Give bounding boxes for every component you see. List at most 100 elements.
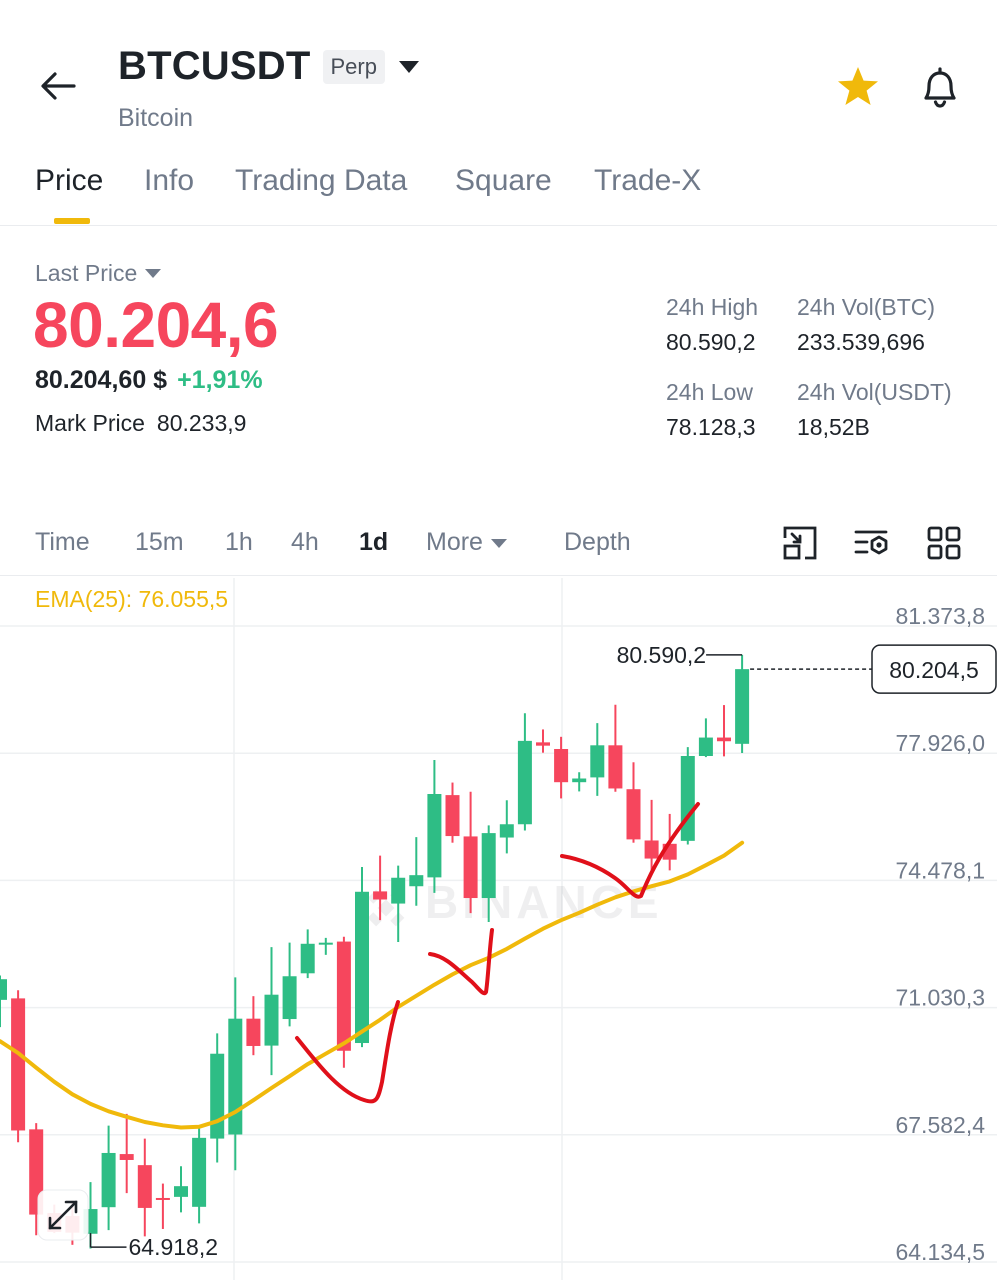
interval-time[interactable]: Time <box>35 528 90 557</box>
layout-button[interactable] <box>925 524 963 562</box>
y-axis-tick-label: 81.373,8 <box>895 603 985 629</box>
candle-down <box>463 791 478 914</box>
tab-trade-x[interactable]: Trade-X <box>594 164 701 198</box>
usd-price-line: 80.204,60 $ +1,91% <box>35 366 263 395</box>
candle-body <box>536 742 550 746</box>
high-marker-label: 80.590,2 <box>617 642 707 668</box>
candle-down <box>445 782 460 843</box>
price-change-percent: +1,91% <box>177 366 263 394</box>
stat-24h-vol-btc: 24h Vol(BTC) 233.539,696 <box>797 294 935 356</box>
candle-body <box>300 943 315 974</box>
candle-body <box>282 976 297 1020</box>
candle-body <box>318 942 333 945</box>
interval-1h[interactable]: 1h <box>225 528 253 557</box>
candle-down <box>608 704 623 792</box>
candle-body <box>0 979 7 1000</box>
y-axis-tick-label: 77.926,0 <box>895 730 985 756</box>
candle-body <box>355 891 369 1044</box>
caret-down-icon[interactable] <box>398 60 419 73</box>
stat-value: 18,52B <box>797 414 870 440</box>
stat-24h-low: 24h Low 78.128,3 <box>666 379 756 441</box>
fullscreen-exit-button[interactable] <box>781 524 819 562</box>
candle-body <box>717 737 731 742</box>
interval-15m[interactable]: 15m <box>135 528 184 557</box>
indicator-settings-button[interactable] <box>853 524 891 562</box>
more-intervals-button[interactable]: More <box>426 528 507 557</box>
tab-info[interactable]: Info <box>144 164 194 198</box>
candle-up <box>174 1166 188 1213</box>
depth-tab[interactable]: Depth <box>564 528 631 557</box>
chart-canvas[interactable]: BINANCE 81.373,8 77.926,0 74.478,1 71.030,3… <box>0 578 997 1280</box>
alert-button[interactable] <box>914 62 966 114</box>
expand-chart-button[interactable] <box>37 1189 89 1241</box>
candle-body <box>427 794 442 878</box>
indicator-settings-icon <box>854 530 888 555</box>
candle-down <box>246 996 261 1056</box>
candle-body <box>590 745 605 778</box>
candle-body <box>264 994 279 1046</box>
stat-24h-vol-usdt: 24h Vol(USDT) 18,52B <box>797 379 952 441</box>
usd-price: 80.204,60 $ <box>35 366 168 394</box>
ema-indicator-label: EMA(25): 76.055,5 <box>35 586 229 612</box>
candle-down <box>11 990 26 1143</box>
candles <box>0 654 750 1249</box>
back-button[interactable] <box>36 62 80 110</box>
candle-up <box>264 947 279 1076</box>
candle-body <box>391 877 406 904</box>
candle-up <box>698 718 713 758</box>
candle-body <box>228 1018 243 1135</box>
y-axis-tick-label: 67.582,4 <box>895 1112 985 1138</box>
candle-up <box>499 800 514 854</box>
tab-square[interactable]: Square <box>455 164 552 198</box>
candle-up <box>735 654 750 754</box>
stat-value: 233.539,696 <box>797 329 925 355</box>
active-tab-indicator <box>54 218 90 224</box>
chart-toolbar: Time 15m 1h 4h 1d More Depth <box>0 510 997 576</box>
candle-body <box>481 833 496 899</box>
candle-body <box>463 836 478 899</box>
symbol-selector[interactable]: BTCUSDT Perp <box>118 44 419 89</box>
candle-down <box>626 762 641 843</box>
candle-body <box>192 1137 207 1207</box>
candle-body <box>680 756 695 841</box>
candle-body <box>735 669 750 744</box>
interval-1d[interactable]: 1d <box>359 528 388 557</box>
last-price-selector[interactable]: Last Price <box>35 260 162 287</box>
tab-bar: Price Info Trading Data Square Trade-X <box>0 150 997 226</box>
candle-body <box>517 740 532 825</box>
candle-body <box>698 737 713 757</box>
candle-body <box>644 840 659 859</box>
tab-price[interactable]: Price <box>35 164 103 198</box>
candle-up <box>0 975 7 1028</box>
fullscreen-exit-icon <box>783 526 817 560</box>
price-axis: 81.373,8 77.926,0 74.478,1 71.030,3 67.582,4… <box>895 603 985 1265</box>
candle-up <box>680 747 695 845</box>
favorite-button[interactable] <box>832 62 884 114</box>
candle-down <box>155 1183 170 1229</box>
candle-up <box>282 942 297 1027</box>
candle-up <box>391 865 406 942</box>
candle-up <box>210 1033 225 1163</box>
candle-body <box>101 1152 116 1208</box>
candle-up <box>572 772 587 792</box>
stat-24h-high: 24h High 80.590,2 <box>666 294 758 356</box>
stat-label: 24h Vol(BTC) <box>797 294 936 320</box>
candle-down <box>536 729 550 753</box>
candle-down <box>717 705 731 757</box>
coin-name: Bitcoin <box>118 104 194 132</box>
last-price-value: 80.204,6 <box>33 289 279 361</box>
y-axis-tick-label: 64.134,5 <box>895 1239 985 1265</box>
tab-trading-data[interactable]: Trading Data <box>235 164 407 198</box>
candle-up <box>300 929 315 979</box>
interval-4h[interactable]: 4h <box>291 528 319 557</box>
candle-up <box>228 977 243 1171</box>
star-icon <box>838 67 878 105</box>
mark-price-line: Mark Price 80.233,9 <box>35 410 246 437</box>
candle-down <box>119 1113 134 1194</box>
candlestick-chart[interactable]: BINANCE 81.373,8 77.926,0 74.478,1 71.030,3… <box>0 578 997 1280</box>
candle-up <box>192 1127 207 1224</box>
watermark-text: BINANCE <box>425 876 663 928</box>
caret-down-icon <box>490 538 507 548</box>
low-marker-label: 64.918,2 <box>129 1234 219 1260</box>
candle-up <box>409 837 424 906</box>
